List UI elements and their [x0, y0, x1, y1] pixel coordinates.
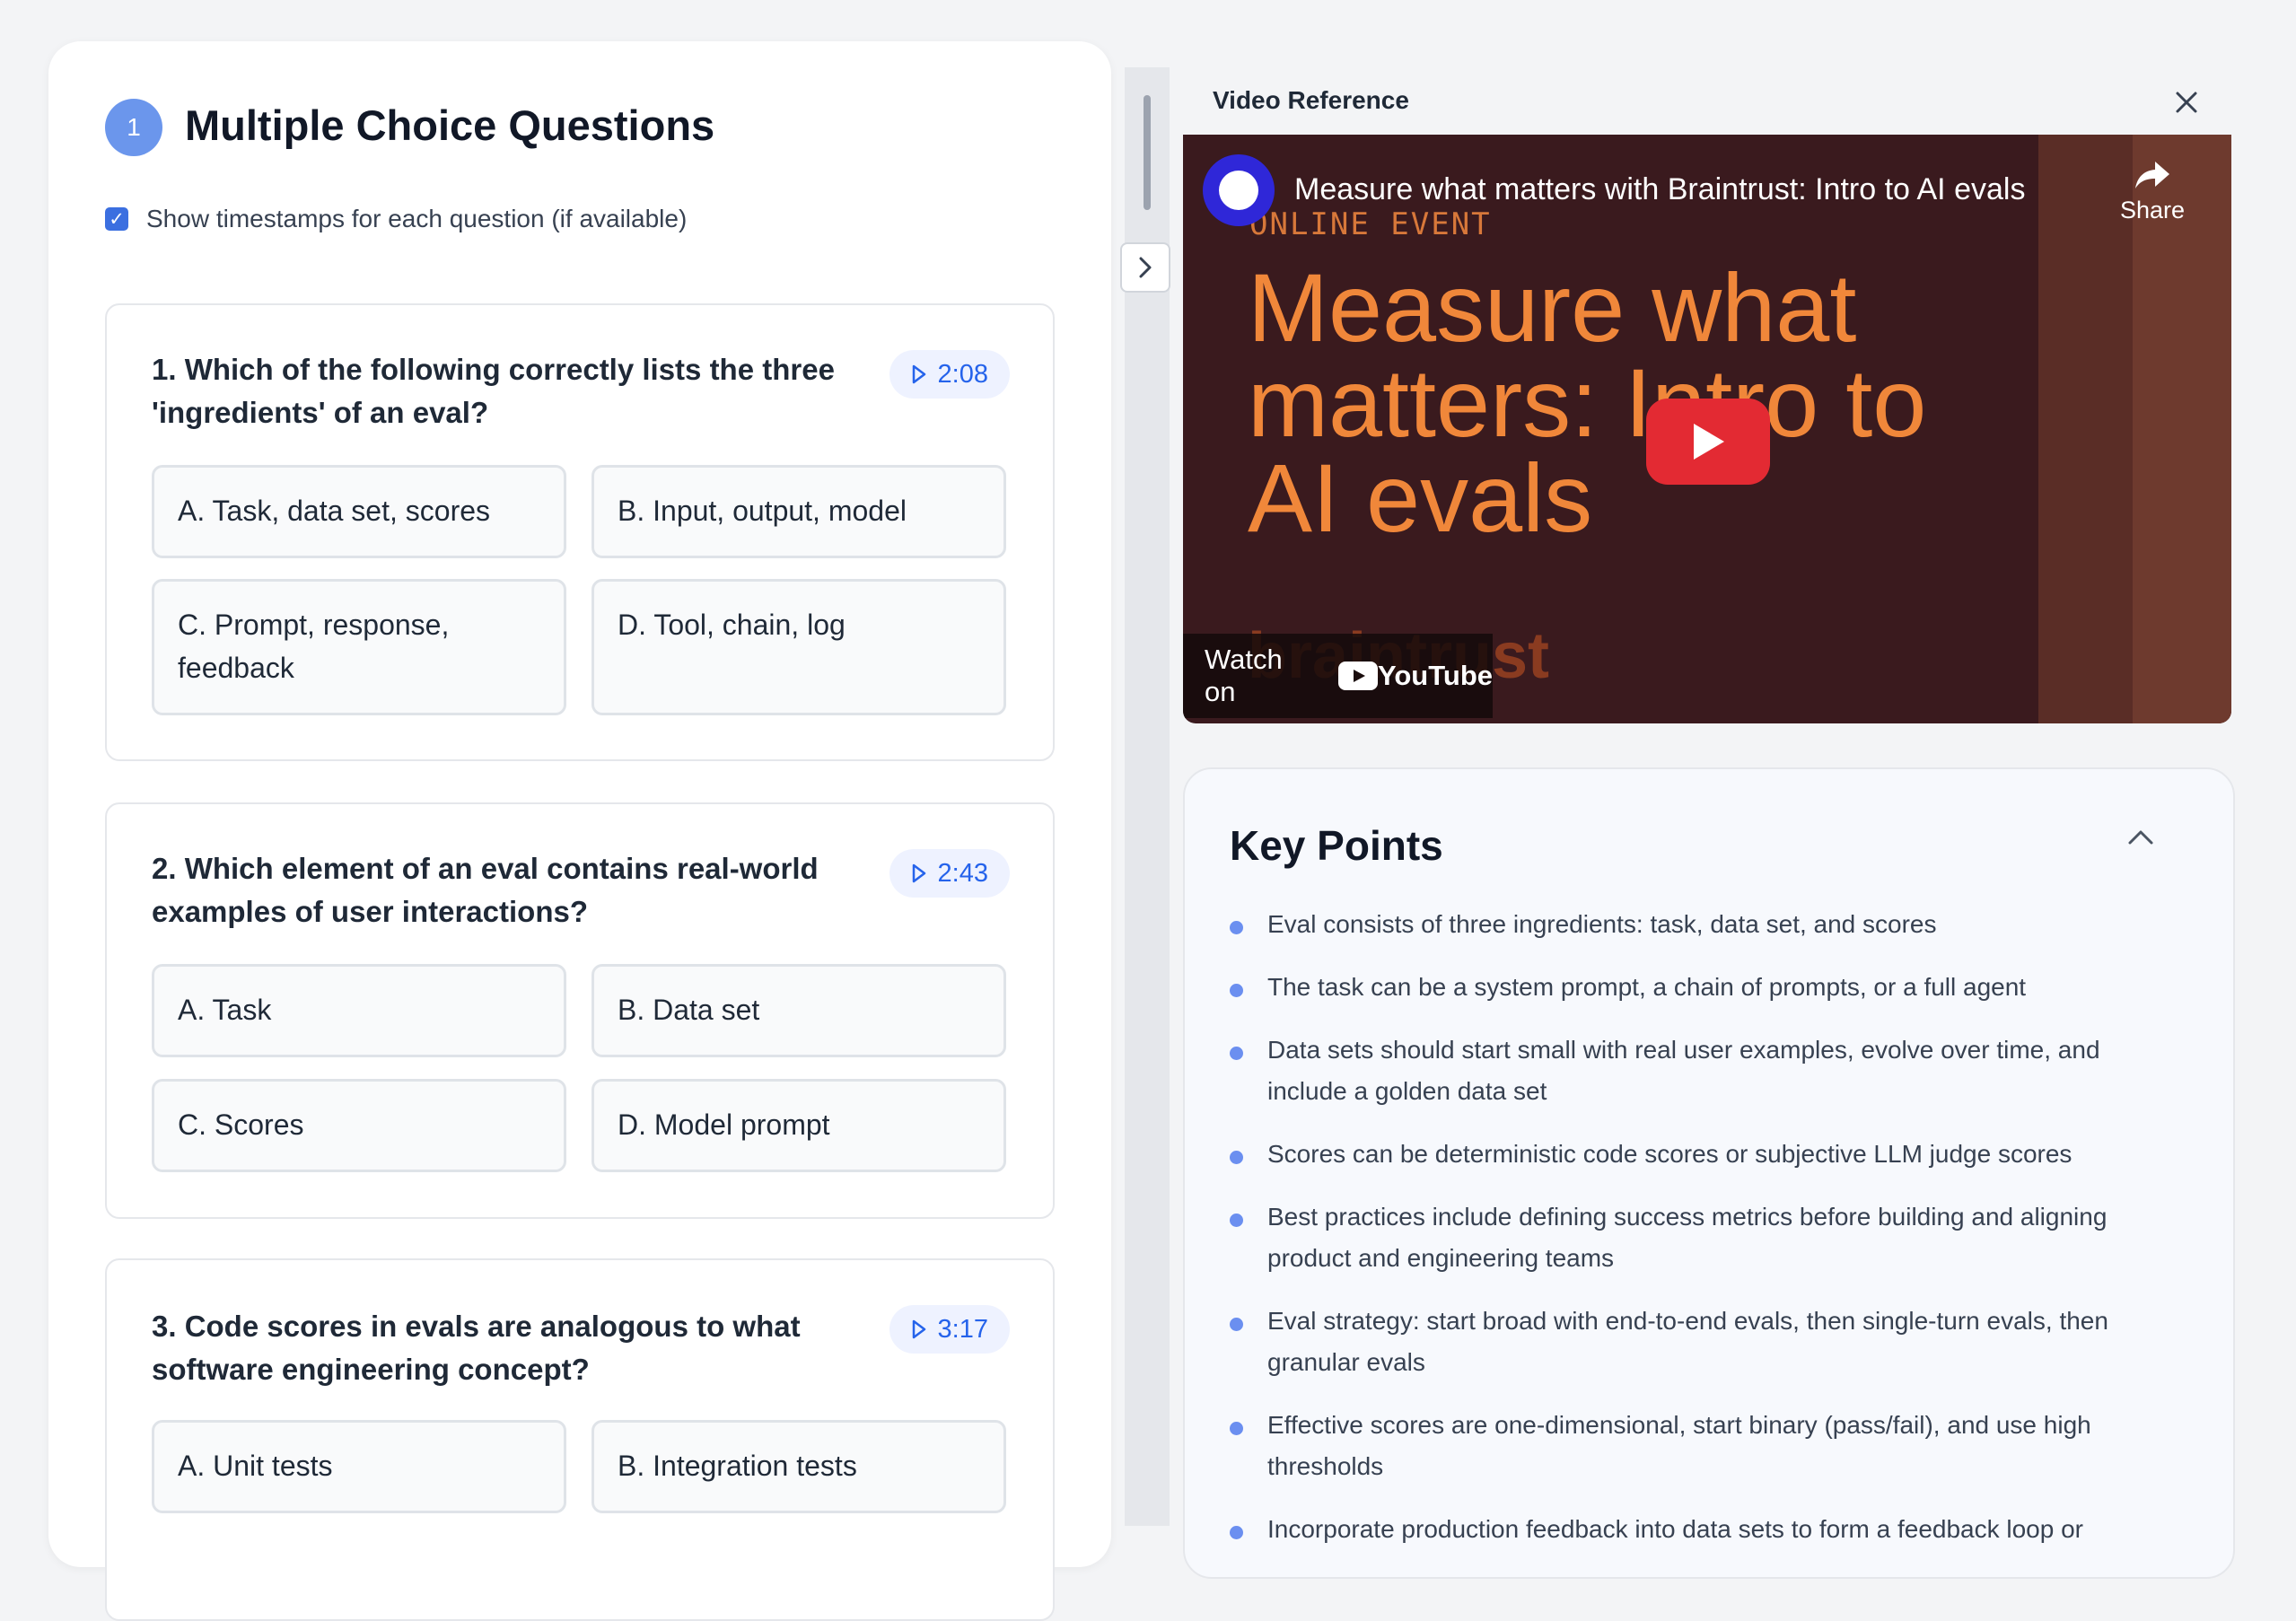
- list-item: Effective scores are one-dimensional, st…: [1230, 1405, 2181, 1487]
- channel-avatar[interactable]: [1203, 154, 1275, 226]
- youtube-wordmark: YouTube: [1378, 660, 1493, 691]
- share-label: Share: [2119, 197, 2185, 223]
- key-point-text: Effective scores are one-dimensional, st…: [1267, 1411, 2091, 1480]
- video-header: Video Reference: [1183, 68, 2231, 135]
- list-item: Incorporate production feedback into dat…: [1230, 1509, 2181, 1550]
- question-text: 1. Which of the following correctly list…: [152, 353, 835, 429]
- play-icon: [912, 364, 925, 384]
- question-text: 3. Code scores in evals are analogous to…: [152, 1310, 801, 1386]
- list-item: Best practices include defining success …: [1230, 1196, 2181, 1279]
- key-point-text: Best practices include defining success …: [1267, 1203, 2108, 1272]
- answer-option[interactable]: D. Model prompt: [592, 1079, 1006, 1172]
- bullet-icon: [1230, 1422, 1243, 1435]
- chevron-up-icon: [2128, 830, 2153, 845]
- key-point-text: Eval strategy: start broad with end-to-e…: [1267, 1307, 2108, 1376]
- answer-option[interactable]: A. Unit tests: [152, 1420, 566, 1513]
- timestamp-label: 2:43: [937, 858, 988, 888]
- watch-on-youtube-button[interactable]: Watch on YouTube: [1183, 634, 1493, 718]
- answer-option[interactable]: A. Task: [152, 964, 566, 1057]
- close-video-button[interactable]: [2169, 84, 2204, 120]
- bullet-icon: [1230, 1047, 1243, 1060]
- answer-option[interactable]: B. Input, output, model: [592, 465, 1006, 558]
- list-item: Scores can be deterministic code scores …: [1230, 1134, 2181, 1175]
- section-title: Multiple Choice Questions: [185, 101, 715, 149]
- bullet-icon: [1230, 921, 1243, 934]
- timestamp-button[interactable]: 2:08: [889, 350, 1010, 399]
- timestamp-label: 2:08: [937, 359, 988, 389]
- scrollbar-thumb[interactable]: [1144, 95, 1151, 210]
- timestamp-button[interactable]: 3:17: [889, 1305, 1010, 1354]
- key-points-list: Eval consists of three ingredients: task…: [1230, 904, 2181, 1572]
- answer-option[interactable]: B. Integration tests: [592, 1420, 1006, 1513]
- step-badge: 1: [105, 99, 162, 156]
- bullet-icon: [1230, 1318, 1243, 1331]
- video-reference-panel: Video Reference ONLINE EVENT Measure wha…: [1183, 68, 2231, 723]
- timestamp-label: 3:17: [937, 1314, 988, 1344]
- share-button[interactable]: Share: [2120, 160, 2185, 224]
- collapse-key-points-button[interactable]: [2127, 828, 2154, 851]
- question-card: 3. Code scores in evals are analogous to…: [105, 1258, 1055, 1621]
- key-points-card: Key Points Eval consists of three ingred…: [1183, 767, 2235, 1579]
- play-icon: [1694, 424, 1724, 460]
- bullet-icon: [1230, 1526, 1243, 1539]
- collapse-panel-button[interactable]: [1120, 242, 1170, 293]
- show-timestamps-checkbox[interactable]: ✓: [105, 207, 128, 231]
- key-point-text: Scores can be deterministic code scores …: [1267, 1140, 2073, 1168]
- watch-on-label: Watch on: [1205, 644, 1283, 707]
- play-button[interactable]: [1646, 399, 1770, 485]
- play-icon: [912, 1319, 925, 1339]
- thumbnail-event-label: ONLINE EVENT: [1249, 206, 1492, 242]
- answer-option[interactable]: C. Scores: [152, 1079, 566, 1172]
- list-item: Data sets should start small with real u…: [1230, 1030, 2181, 1112]
- question-card: 1. Which of the following correctly list…: [105, 303, 1055, 761]
- youtube-video-title[interactable]: Measure what matters with Braintrust: In…: [1294, 172, 2025, 207]
- timestamp-button[interactable]: 2:43: [889, 849, 1010, 898]
- question-text: 2. Which element of an eval contains rea…: [152, 852, 819, 928]
- show-timestamps-label: Show timestamps for each question (if av…: [146, 205, 688, 232]
- youtube-logo: YouTube: [1338, 660, 1493, 692]
- list-item: Eval strategy: start broad with end-to-e…: [1230, 1301, 2181, 1383]
- key-point-text: The task can be a system prompt, a chain…: [1267, 973, 2027, 1001]
- bullet-icon: [1230, 984, 1243, 997]
- channel-logo-icon: [1219, 171, 1258, 210]
- key-point-text: Data sets should start small with real u…: [1267, 1036, 2100, 1105]
- youtube-embed[interactable]: ONLINE EVENT Measure what matters: Intro…: [1183, 135, 2231, 723]
- bullet-icon: [1230, 1151, 1243, 1164]
- play-icon: [912, 863, 925, 883]
- video-panel-title: Video Reference: [1213, 86, 1409, 114]
- key-point-text: Eval consists of three ingredients: task…: [1267, 910, 1937, 938]
- share-icon: [2134, 162, 2169, 188]
- key-point-text: Incorporate production feedback into dat…: [1267, 1515, 2084, 1543]
- check-icon: ✓: [109, 208, 125, 230]
- show-timestamps-row[interactable]: ✓ Show timestamps for each question (if …: [105, 205, 687, 233]
- answer-option[interactable]: D. Tool, chain, log: [592, 579, 1006, 715]
- thumbnail-headline: Measure what matters: Intro to AI evals: [1248, 253, 1927, 552]
- list-item: The task can be a system prompt, a chain…: [1230, 967, 2181, 1008]
- answer-option[interactable]: B. Data set: [592, 964, 1006, 1057]
- youtube-icon: [1338, 662, 1378, 690]
- bullet-icon: [1230, 1214, 1243, 1227]
- question-card: 2. Which element of an eval contains rea…: [105, 802, 1055, 1219]
- close-icon: [2176, 92, 2197, 113]
- chevron-right-icon: [1139, 257, 1152, 278]
- list-item: Eval consists of three ingredients: task…: [1230, 904, 2181, 945]
- key-points-title: Key Points: [1230, 822, 1443, 869]
- answer-option[interactable]: C. Prompt, response, feedback: [152, 579, 566, 715]
- answer-option[interactable]: A. Task, data set, scores: [152, 465, 566, 558]
